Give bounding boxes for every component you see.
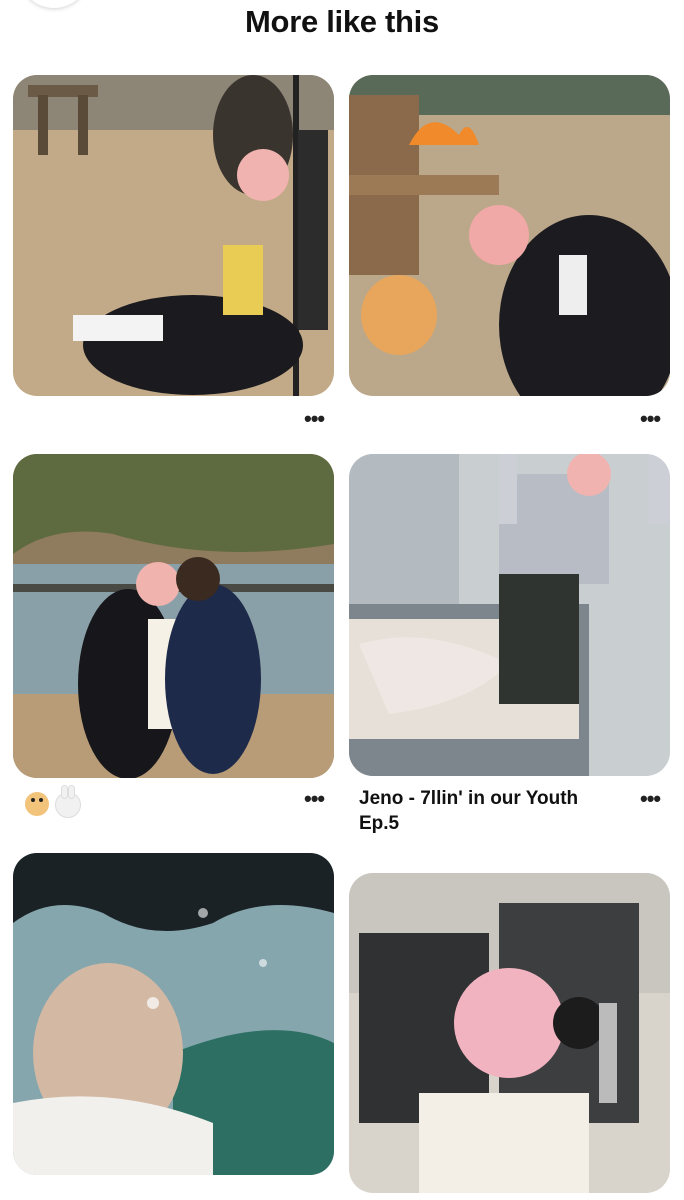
pin-photo	[349, 454, 670, 776]
pin-image-3[interactable]	[13, 454, 334, 778]
pin-photo	[349, 873, 670, 1193]
pin-photo	[349, 75, 670, 396]
pin-image-2[interactable]	[349, 75, 670, 396]
puppy-emoji	[25, 792, 49, 816]
pin-image-4[interactable]	[349, 454, 670, 776]
pin-title[interactable]: Jeno - 7llin' in our Youth Ep.5	[359, 786, 609, 836]
pin-photo	[13, 454, 334, 778]
emoji-row	[25, 785, 81, 818]
pin-image-1[interactable]	[13, 75, 334, 396]
more-options-button[interactable]: •••	[640, 788, 661, 810]
pin-photo	[13, 853, 334, 1175]
pin-image-5[interactable]	[13, 853, 334, 1175]
page-title: More like this	[245, 4, 439, 39]
pin-image-6[interactable]	[349, 873, 670, 1193]
pin-photo	[13, 75, 334, 396]
rabbit-emoji	[55, 785, 81, 818]
more-options-button[interactable]: •••	[640, 408, 661, 430]
more-options-button[interactable]: •••	[304, 408, 325, 430]
more-options-button[interactable]: •••	[304, 788, 325, 810]
